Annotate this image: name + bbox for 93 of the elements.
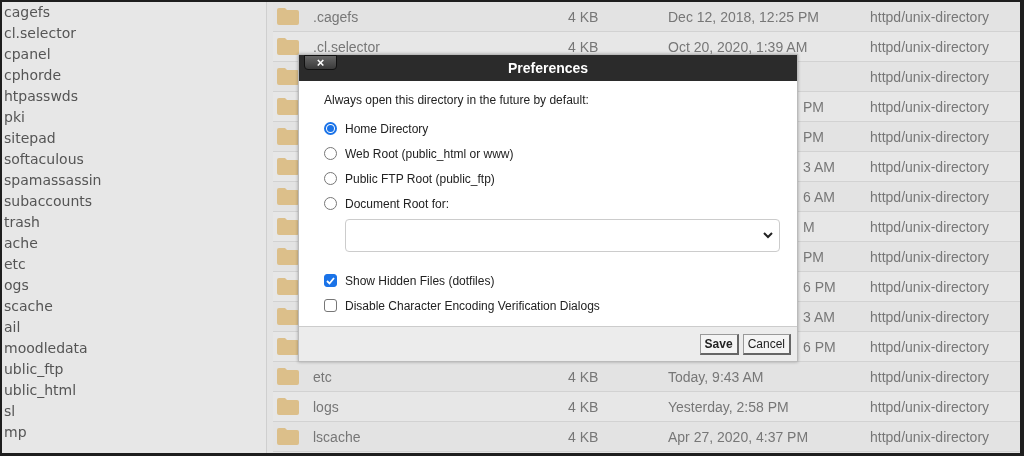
folder-icon — [277, 158, 299, 175]
folder-icon — [277, 278, 299, 295]
file-type: httpd/unix-directory — [870, 98, 991, 115]
file-size: 4 KB — [568, 8, 600, 25]
file-type: httpd/unix-directory — [870, 248, 991, 265]
folder-tree-item[interactable]: sl — [2, 401, 266, 422]
file-size: 4 KB — [568, 368, 600, 385]
file-type: httpd/unix-directory — [870, 368, 991, 385]
radio-button[interactable] — [324, 197, 337, 210]
radio-label[interactable]: Home Directory — [345, 121, 429, 136]
folder-icon — [277, 368, 299, 385]
file-date: 3 AM — [803, 158, 835, 175]
file-name: lscache — [312, 428, 362, 445]
file-type: httpd/unix-directory — [870, 398, 991, 415]
folder-tree-item[interactable]: cl.selector — [2, 23, 266, 44]
folder-tree-item[interactable]: spamassassin — [2, 170, 266, 191]
folder-tree-item[interactable]: ogs — [2, 275, 266, 296]
checkbox[interactable] — [324, 274, 337, 287]
folder-tree-item[interactable]: etc — [2, 254, 266, 275]
folder-tree-item[interactable]: cpanel — [2, 44, 266, 65]
save-button[interactable]: Save — [699, 333, 739, 355]
cancel-button[interactable]: Cancel — [742, 333, 791, 355]
folder-tree-item[interactable]: mp — [2, 422, 266, 443]
file-type: httpd/unix-directory — [870, 428, 991, 445]
folder-icon — [277, 218, 299, 235]
folder-icon — [277, 428, 299, 445]
folder-tree-item[interactable]: moodledata — [2, 338, 266, 359]
folder-tree-item[interactable]: pki — [2, 107, 266, 128]
checkbox[interactable] — [324, 299, 337, 312]
file-date: 6 AM — [803, 188, 835, 205]
folder-icon — [277, 248, 299, 265]
folder-icon — [277, 398, 299, 415]
radio-button[interactable] — [324, 122, 337, 135]
file-type: httpd/unix-directory — [870, 68, 991, 85]
folder-tree-item[interactable]: ublic_ftp — [2, 359, 266, 380]
file-name: logs — [312, 398, 340, 415]
folder-icon — [277, 188, 299, 205]
folder-icon — [277, 8, 299, 25]
folder-tree-item[interactable]: ache — [2, 233, 266, 254]
file-name: .cagefs — [312, 8, 360, 25]
file-date: 6 PM — [803, 338, 836, 355]
file-type: httpd/unix-directory — [870, 8, 991, 25]
checkbox-label[interactable]: Disable Character Encoding Verification Dialogs — [345, 298, 600, 313]
file-type: httpd/unix-directory — [870, 338, 991, 355]
file-date: M — [803, 218, 815, 235]
folder-icon — [277, 128, 299, 145]
file-date: Yesterday, 2:58 PM — [668, 398, 790, 415]
file-type: httpd/unix-directory — [870, 278, 991, 295]
radio-label[interactable]: Public FTP Root (public_ftp) — [345, 171, 495, 186]
folder-tree-item[interactable]: trash — [2, 212, 266, 233]
file-name: .cl.selector — [312, 38, 381, 55]
folder-tree-item[interactable]: cagefs — [2, 2, 266, 23]
file-date: Oct 20, 2020, 1:39 AM — [668, 38, 809, 55]
file-date: PM — [803, 98, 824, 115]
prompt-text: Always open this directory in the future by default: — [324, 93, 590, 107]
file-date: 6 PM — [803, 278, 836, 295]
folder-icon — [277, 98, 299, 115]
radio-label[interactable]: Document Root for: — [345, 196, 450, 211]
dialog-title: Preferences — [507, 60, 589, 76]
folder-icon — [277, 38, 299, 55]
file-date: PM — [803, 128, 824, 145]
folder-tree-item[interactable]: cphorde — [2, 65, 266, 86]
folder-tree-item[interactable]: htpasswds — [2, 86, 266, 107]
folder-tree-item[interactable]: scache — [2, 296, 266, 317]
radio-button[interactable] — [324, 147, 337, 160]
file-size: 4 KB — [568, 428, 600, 445]
file-type: httpd/unix-directory — [870, 38, 991, 55]
file-date: PM — [803, 248, 824, 265]
file-type: httpd/unix-directory — [870, 218, 991, 235]
folder-tree-item[interactable]: softaculous — [2, 149, 266, 170]
file-type: httpd/unix-directory — [870, 158, 991, 175]
checkbox-label[interactable]: Show Hidden Files (dotfiles) — [345, 273, 495, 288]
folder-tree-item[interactable]: subaccounts — [2, 191, 266, 212]
file-date: Apr 27, 2020, 4:37 PM — [668, 428, 810, 445]
close-button[interactable]: × — [304, 55, 337, 70]
file-date: Dec 12, 2018, 12:25 PM — [668, 8, 820, 25]
radio-label[interactable]: Web Root (public_html or www) — [345, 146, 514, 161]
folder-icon — [277, 308, 299, 325]
file-size: 4 KB — [568, 398, 600, 415]
file-type: httpd/unix-directory — [870, 128, 991, 145]
file-type: httpd/unix-directory — [870, 308, 991, 325]
chevron-down-icon — [763, 232, 773, 239]
folder-icon — [277, 68, 299, 85]
folder-icon — [277, 338, 299, 355]
folder-tree-item[interactable]: ublic_html — [2, 380, 266, 401]
file-size: 4 KB — [568, 38, 600, 55]
file-name: etc — [312, 368, 333, 385]
radio-button[interactable] — [324, 172, 337, 185]
file-date: Today, 9:43 AM — [668, 368, 765, 385]
file-type: httpd/unix-directory — [870, 188, 991, 205]
folder-tree-item[interactable]: sitepad — [2, 128, 266, 149]
file-date: 3 AM — [803, 308, 835, 325]
folder-tree-item[interactable]: ail — [2, 317, 266, 338]
